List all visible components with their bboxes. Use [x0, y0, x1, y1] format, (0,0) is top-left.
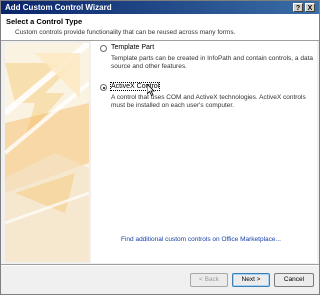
activex-control-radio[interactable] — [100, 84, 107, 91]
title-bar: Add Custom Control Wizard ? X — [1, 1, 319, 14]
options-panel: Template Part Template parts can be crea… — [91, 41, 317, 263]
page-title: Select a Control Type — [6, 17, 83, 26]
help-button[interactable]: ? — [293, 3, 303, 12]
close-icon: X — [307, 5, 313, 12]
template-part-description: Template parts can be created in InfoPat… — [111, 55, 313, 70]
template-part-label[interactable]: Template Part — [111, 44, 154, 51]
window-title: Add Custom Control Wizard — [5, 3, 112, 12]
next-button[interactable]: Next > — [232, 273, 270, 287]
back-button[interactable]: < Back — [190, 273, 228, 287]
footer-divider — [1, 264, 319, 266]
mouse-cursor-icon — [146, 83, 155, 98]
close-button[interactable]: X — [305, 3, 315, 12]
help-icon: ? — [295, 5, 301, 12]
page-subtitle: Custom controls provide functionality th… — [15, 29, 236, 36]
wizard-header: Select a Control Type Custom controls pr… — [1, 14, 319, 41]
wizard-side-artwork — [5, 43, 89, 262]
template-part-radio[interactable] — [100, 45, 107, 52]
activex-control-description: A control that uses COM and ActiveX tech… — [111, 94, 306, 109]
cancel-button[interactable]: Cancel — [274, 273, 314, 287]
decorative-arrows-graphic — [5, 43, 89, 262]
office-marketplace-link[interactable]: Find additional custom controls on Offic… — [121, 236, 281, 243]
wizard-window: Add Custom Control Wizard ? X Select a C… — [0, 0, 320, 295]
